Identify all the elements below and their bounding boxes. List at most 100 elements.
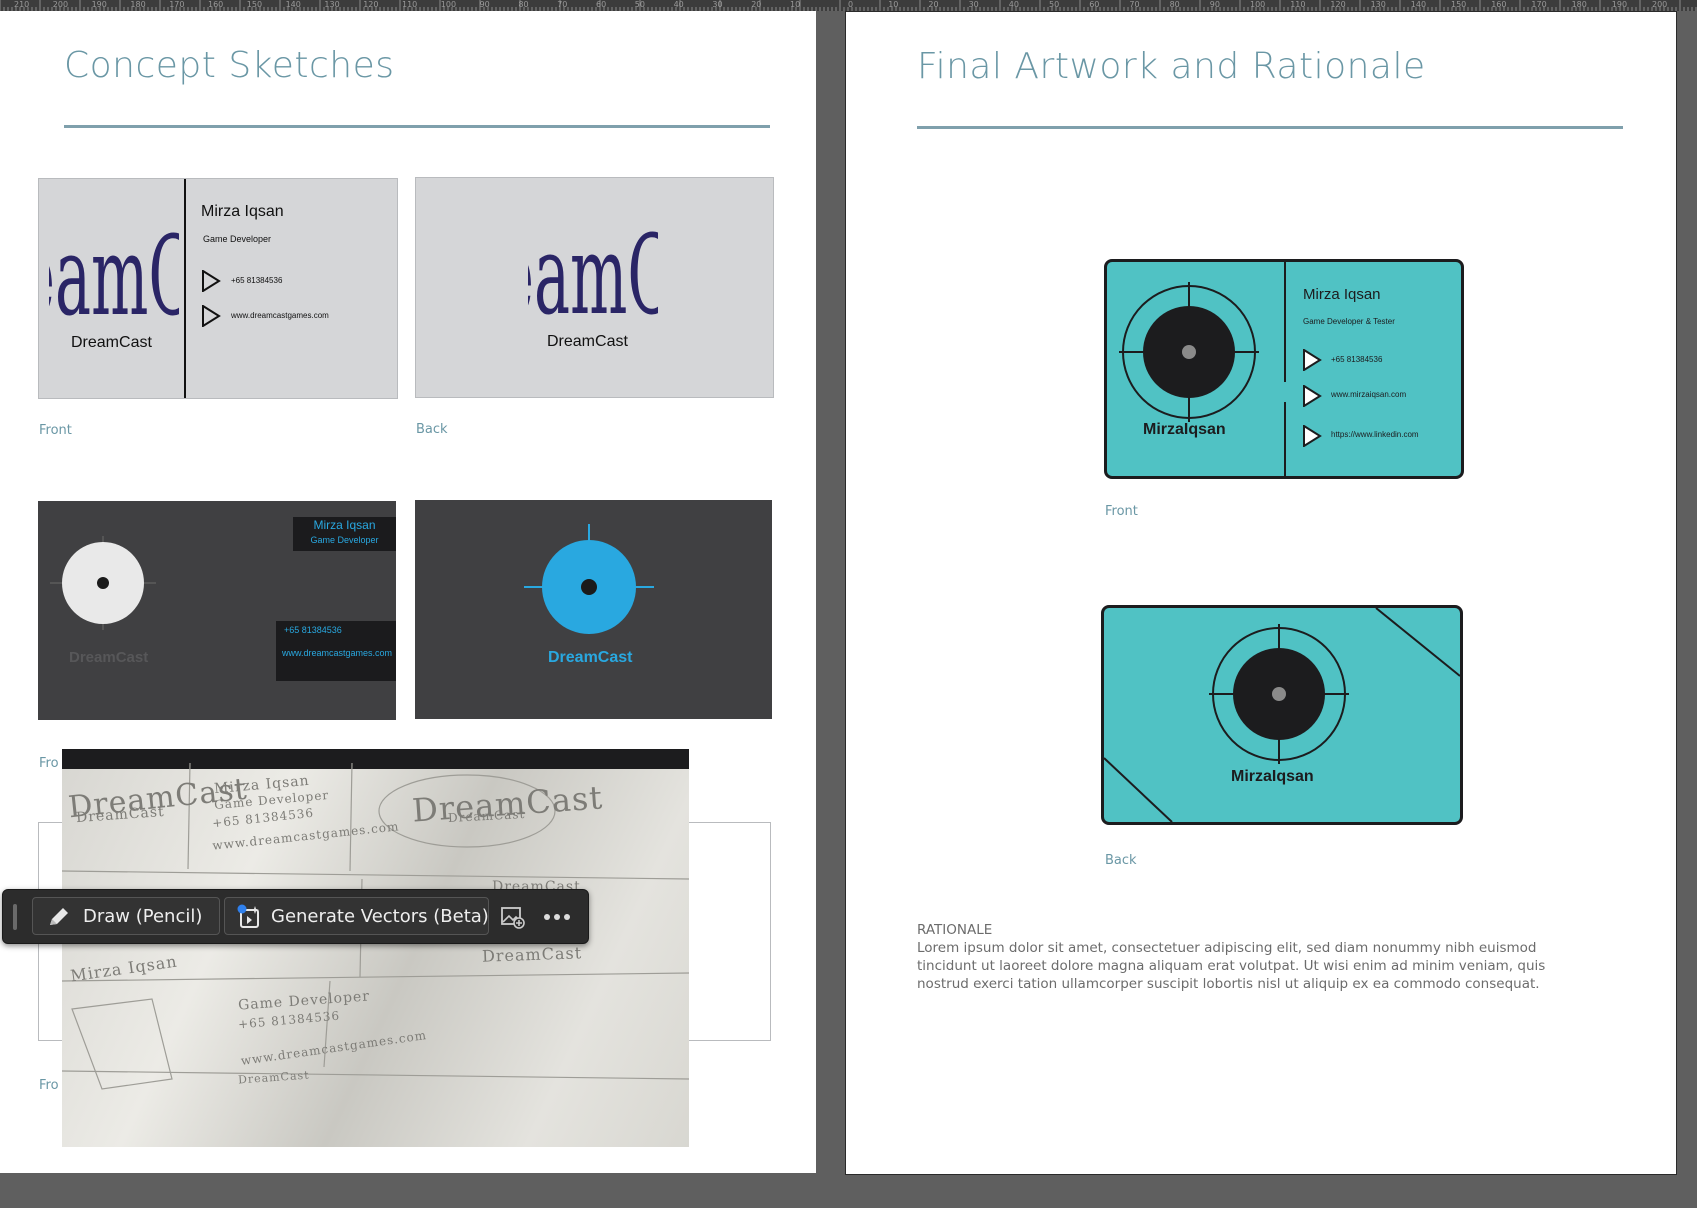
contextual-task-bar[interactable]: Draw (Pencil) Generate Vectors (Beta): [2, 889, 589, 944]
play-arrow-icon: [1303, 385, 1322, 407]
ruler-number: 50: [634, 0, 645, 9]
ruler-number: 170: [169, 0, 185, 9]
title-divider: [64, 125, 770, 128]
pencil-scribble: DreamCast: [481, 943, 583, 966]
final-card-front[interactable]: MirzaIqsan Mirza Iqsan Game Developer & …: [1104, 259, 1464, 479]
ruler-number: 190: [1611, 0, 1628, 9]
card-divider-top: [1284, 262, 1286, 382]
pencil-icon: [50, 908, 68, 925]
ruler-number: 40: [673, 0, 684, 9]
logo-label: DreamCast: [71, 334, 152, 351]
contact-block: +65 81384536 www.dreamcastgames.com: [276, 621, 396, 681]
ruler-number: 70: [557, 0, 568, 9]
logo-art: DreamCast: [49, 212, 179, 329]
target-logo-icon: [1119, 282, 1259, 422]
ruler-number: 80: [518, 0, 529, 9]
ruler-number: 170: [1531, 0, 1547, 9]
draw-pencil-button[interactable]: Draw (Pencil): [32, 897, 220, 935]
card-divider: [184, 179, 186, 398]
card-role: Game Developer & Tester: [1303, 317, 1395, 326]
concept-card-light-front[interactable]: DreamCast DreamCast Mirza Iqsan Game Dev…: [38, 178, 398, 399]
ruler-number: 100: [1250, 0, 1266, 9]
ruler-number: 60: [596, 0, 607, 9]
ruler-number: 140: [285, 0, 301, 9]
target-logo-icon: [524, 524, 654, 634]
ruler-number: 90: [479, 0, 490, 9]
sketch-photo[interactable]: DreamCast DreamCast Mirza Iqsan Game Develo…: [62, 749, 689, 1147]
play-arrow-icon: [1303, 425, 1322, 447]
ruler-number: 10: [790, 0, 801, 9]
logo-label: DreamCast: [547, 333, 628, 350]
brand-label: DreamCast: [69, 649, 149, 666]
page-title: Final Artwork and Rationale: [917, 46, 1426, 87]
ruler-number: 200: [1652, 0, 1668, 9]
horizontal-ruler[interactable]: 210 200 190 180 170 160 150 140 130 120 110 100 90 80…: [0, 0, 1697, 11]
ruler-number: 20: [928, 0, 939, 9]
ruler-number: 150: [246, 0, 263, 9]
ruler-number: 200: [52, 0, 69, 9]
card-name: Mirza Iqsan: [1303, 286, 1381, 303]
card-website: www.mirzaiqsan.com: [1331, 390, 1407, 399]
card-phone: +65 81384536: [1331, 355, 1383, 364]
dreamcast-logo-icon: DreamCast: [528, 211, 658, 328]
image-add-button[interactable]: [493, 897, 531, 935]
ruler-number: 100: [440, 0, 457, 9]
generate-vectors-icon: [237, 904, 259, 928]
title-divider: [917, 126, 1623, 129]
caption-front: Front: [1105, 504, 1138, 519]
generate-vectors-button[interactable]: Generate Vectors (Beta): [224, 897, 489, 935]
rationale-text-frame[interactable]: RATIONALE Lorem ipsum dolor sit amet, co…: [917, 921, 1597, 993]
ruler-number: 50: [1049, 0, 1060, 9]
ruler-number: 90: [1209, 0, 1220, 9]
ruler-number: 210: [14, 0, 30, 9]
target-logo-icon: [1209, 624, 1349, 764]
logo-art: DreamCast: [528, 211, 658, 328]
ruler-number: 40: [1008, 0, 1019, 9]
ruler-number: 160: [208, 0, 224, 9]
ruler-number: 30: [968, 0, 979, 9]
card-website: www.dreamcastgames.com: [282, 648, 393, 658]
ruler-number: 140: [1410, 0, 1427, 9]
card-role: Game Developer: [203, 234, 272, 244]
play-arrow-icon: [202, 270, 221, 292]
ruler-number: 180: [130, 0, 146, 9]
concept-card-light-back[interactable]: DreamCast DreamCast: [415, 177, 774, 398]
ruler-number: 110: [1290, 0, 1306, 9]
more-icon: [544, 914, 570, 920]
ruler-number: 130: [1370, 0, 1386, 9]
card-name: Mirza Iqsan: [313, 518, 376, 532]
drag-handle[interactable]: [13, 904, 17, 930]
ruler-number: 60: [1089, 0, 1100, 9]
ruler-number: 70: [1129, 0, 1140, 9]
card-divider-bottom: [1284, 402, 1286, 476]
page-title: Concept Sketches: [64, 45, 395, 86]
more-options-button[interactable]: [537, 897, 575, 935]
card-website: www.dreamcastgames.com: [231, 311, 329, 320]
name-block: Mirza Iqsan Game Developer: [293, 517, 396, 551]
ruler-number: 180: [1571, 0, 1587, 9]
ruler-number: 130: [324, 0, 340, 9]
ruler-number: 30: [712, 0, 723, 9]
ruler-number: 80: [1169, 0, 1180, 9]
concept-card-dark-front[interactable]: DreamCast Mirza Iqsan Game Developer +65…: [38, 501, 396, 720]
ruler-number: 20: [751, 0, 762, 9]
final-card-back[interactable]: MirzaIqsan: [1101, 605, 1463, 825]
concept-card-dark-back[interactable]: DreamCast: [415, 500, 772, 719]
brand-label: DreamCast: [548, 649, 633, 666]
card-phone: +65 81384536: [231, 276, 283, 285]
ruler-number: 190: [91, 0, 107, 9]
brand-label: MirzaIqsan: [1143, 421, 1226, 438]
draw-label: Draw (Pencil): [83, 906, 203, 927]
dreamcast-logo-icon: DreamCast: [49, 212, 179, 329]
card-name: Mirza Iqsan: [201, 203, 284, 220]
image-add-icon: [501, 907, 525, 929]
generate-label: Generate Vectors (Beta): [271, 906, 489, 927]
ruler-number: 10: [888, 0, 899, 9]
card-phone: +65 81384536: [284, 625, 342, 635]
page-final-artwork[interactable]: Final Artwork and Rationale MirzaIqsan M…: [845, 11, 1677, 1175]
ruler-number: 120: [1330, 0, 1346, 9]
ruler-number: 120: [363, 0, 379, 9]
target-logo-icon: [50, 536, 156, 630]
brand-label: MirzaIqsan: [1231, 768, 1314, 785]
caption-front: Front: [39, 423, 72, 438]
